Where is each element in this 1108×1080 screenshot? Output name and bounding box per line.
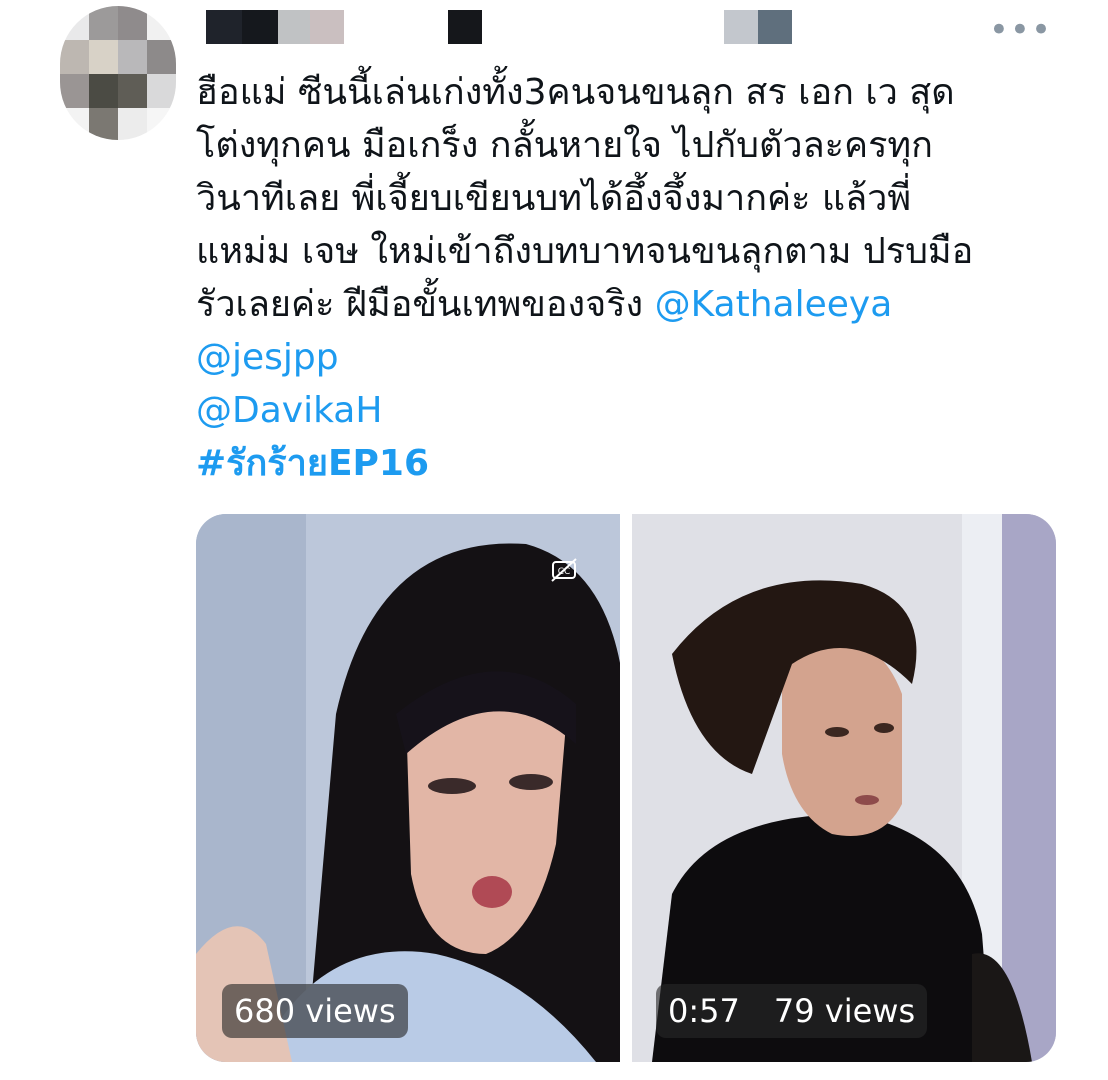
svg-text:CC: CC [558, 567, 571, 577]
video-duration: 0:57 [668, 992, 740, 1030]
video-info-badge: 0:57 79 views [656, 984, 928, 1038]
mention-link[interactable]: @Kathaleeya [655, 284, 893, 325]
video-right[interactable]: 0:57 79 views [632, 514, 1056, 1062]
redaction-block [448, 10, 482, 44]
redaction-block [310, 10, 344, 44]
tweet-text: ฮือแม่ ซีนนี้เล่นเก่งทั้ง3คนจนขนลุก สร เ… [196, 66, 1076, 490]
redaction-block [206, 10, 242, 44]
tweet[interactable]: ••• ฮือแม่ ซีนนี้เล่นเก่งทั้ง3คนจนขนลุก … [0, 0, 1108, 1080]
mention-link[interactable]: @jesjpp [196, 331, 1076, 384]
more-dots-icon[interactable]: ••• [989, 13, 1052, 47]
video-still-woman [196, 514, 620, 1062]
redaction-block [344, 10, 448, 44]
redaction-block [242, 10, 278, 44]
tweet-line: โต่งทุกคน มือเกร็ง กลั้นหายใจ ไปกับตัวละ… [196, 125, 933, 166]
tweet-line: วินาทีเลย พี่เจี้ยบเขียนบทได้อึ้งจึ้งมาก… [196, 178, 912, 219]
redaction-block [758, 10, 792, 44]
redaction-block [278, 10, 310, 44]
video-left[interactable]: CC 680 views [196, 514, 620, 1062]
tweet-line: รัวเลยค่ะ ฝีมือขั้นเทพของจริง [196, 284, 644, 325]
redaction-block [724, 10, 758, 44]
view-count: 79 views [773, 992, 916, 1030]
avatar[interactable] [60, 6, 176, 140]
video-still-man [632, 514, 1056, 1062]
hashtag-link[interactable]: #รักร้ายEP16 [196, 437, 1076, 490]
view-count-badge: 680 views [222, 984, 408, 1038]
tweet-line: ฮือแม่ ซีนนี้เล่นเก่งทั้ง3คนจนขนลุก สร เ… [196, 72, 955, 113]
mention-link[interactable]: @DavikaH [196, 384, 1076, 437]
tweet-line-with-mention: รัวเลยค่ะ ฝีมือขั้นเทพของจริง @Kathaleey… [196, 278, 1076, 331]
media-grid: CC 680 views 0:57 79 views [196, 514, 1056, 1062]
redaction-block [482, 10, 724, 44]
captions-off-icon[interactable]: CC [550, 556, 578, 584]
tweet-line: แหม่ม เจษ ใหม่เข้าถึงบทบาทจนขนลุกตาม ปรบ… [196, 231, 974, 272]
redacted-author-name[interactable] [206, 10, 792, 44]
